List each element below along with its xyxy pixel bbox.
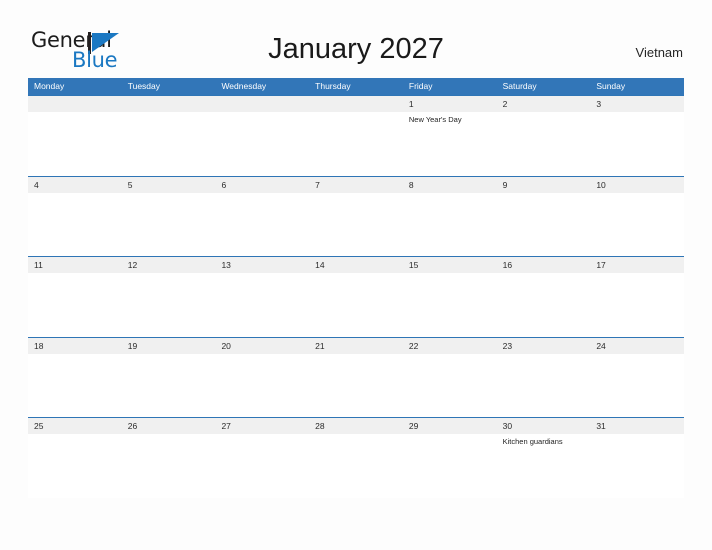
day-number[interactable] bbox=[215, 96, 309, 112]
calendar-grid: Monday Tuesday Wednesday Thursday Friday… bbox=[28, 78, 684, 498]
day-number[interactable]: 30 bbox=[497, 418, 591, 434]
day-event bbox=[403, 434, 497, 498]
weekday-wednesday: Wednesday bbox=[221, 81, 267, 91]
day-number[interactable]: 2 bbox=[497, 96, 591, 112]
calendar-page: General Blue January 2027 Vietnam Monday… bbox=[0, 0, 712, 550]
day-number[interactable]: 26 bbox=[122, 418, 216, 434]
day-event bbox=[497, 112, 591, 176]
day-event bbox=[497, 354, 591, 418]
day-event bbox=[309, 434, 403, 498]
weekday-sunday: Sunday bbox=[596, 81, 626, 91]
day-event bbox=[215, 112, 309, 176]
day-number[interactable]: 15 bbox=[403, 257, 497, 273]
day-number[interactable]: 19 bbox=[122, 338, 216, 354]
day-number[interactable]: 1 bbox=[403, 96, 497, 112]
weekday-friday: Friday bbox=[408, 81, 433, 91]
day-number[interactable]: 4 bbox=[28, 177, 122, 193]
week-date-band: 25 26 27 28 29 30 31 bbox=[28, 418, 684, 434]
day-number[interactable]: 8 bbox=[403, 177, 497, 193]
week-row: 25 26 27 28 29 30 31 Kitchen guardians bbox=[28, 417, 684, 498]
day-event bbox=[28, 193, 122, 257]
day-event bbox=[497, 273, 591, 337]
day-event bbox=[215, 434, 309, 498]
day-number[interactable]: 12 bbox=[122, 257, 216, 273]
day-event bbox=[403, 273, 497, 337]
day-number[interactable]: 20 bbox=[215, 338, 309, 354]
weekday-header-row: Monday Tuesday Wednesday Thursday Friday… bbox=[28, 78, 684, 95]
week-date-band: 11 12 13 14 15 16 17 bbox=[28, 257, 684, 273]
week-event-band: New Year's Day bbox=[28, 112, 684, 176]
day-number[interactable]: 16 bbox=[497, 257, 591, 273]
week-row: 1 2 3 New Year's Day bbox=[28, 95, 684, 176]
day-number[interactable]: 6 bbox=[215, 177, 309, 193]
day-number[interactable]: 13 bbox=[215, 257, 309, 273]
week-event-band bbox=[28, 273, 684, 337]
day-number[interactable]: 17 bbox=[590, 257, 684, 273]
week-date-band: 18 19 20 21 22 23 24 bbox=[28, 337, 684, 354]
weekday-saturday: Saturday bbox=[502, 81, 537, 91]
day-event bbox=[309, 273, 403, 337]
day-event bbox=[122, 273, 216, 337]
week-row: 11 12 13 14 15 16 17 bbox=[28, 256, 684, 337]
week-date-band: 1 2 3 bbox=[28, 96, 684, 112]
day-event bbox=[403, 354, 497, 418]
day-event bbox=[28, 434, 122, 498]
day-event bbox=[28, 354, 122, 418]
page-header: General Blue January 2027 Vietnam bbox=[0, 0, 712, 78]
day-number[interactable]: 9 bbox=[497, 177, 591, 193]
day-number[interactable]: 10 bbox=[590, 177, 684, 193]
week-row: 18 19 20 21 22 23 24 bbox=[28, 336, 684, 418]
day-event: Kitchen guardians bbox=[502, 437, 563, 446]
week-event-band bbox=[28, 192, 684, 257]
day-number[interactable]: 28 bbox=[309, 418, 403, 434]
day-event bbox=[215, 273, 309, 337]
day-number[interactable] bbox=[28, 96, 122, 112]
day-event bbox=[309, 354, 403, 418]
week-event-band: Kitchen guardians bbox=[28, 434, 684, 498]
day-event bbox=[309, 112, 403, 176]
day-event bbox=[590, 434, 684, 498]
day-number[interactable]: 25 bbox=[28, 418, 122, 434]
day-event bbox=[215, 193, 309, 257]
day-event bbox=[122, 112, 216, 176]
day-number[interactable]: 14 bbox=[309, 257, 403, 273]
day-number[interactable]: 24 bbox=[590, 338, 684, 354]
day-number[interactable]: 22 bbox=[403, 338, 497, 354]
day-number[interactable] bbox=[122, 96, 216, 112]
day-event bbox=[590, 273, 684, 337]
day-event bbox=[122, 354, 216, 418]
day-event bbox=[590, 112, 684, 176]
day-number[interactable]: 11 bbox=[28, 257, 122, 273]
day-event bbox=[403, 193, 497, 257]
country-label: Vietnam bbox=[635, 45, 683, 60]
day-number[interactable]: 3 bbox=[590, 96, 684, 112]
day-number[interactable]: 18 bbox=[28, 338, 122, 354]
day-number[interactable]: 23 bbox=[497, 338, 591, 354]
week-date-band: 4 5 6 7 8 9 10 bbox=[28, 176, 684, 193]
weekday-tuesday: Tuesday bbox=[127, 81, 161, 91]
weekday-monday: Monday bbox=[34, 81, 65, 91]
day-number[interactable]: 21 bbox=[309, 338, 403, 354]
day-event bbox=[122, 434, 216, 498]
day-number[interactable]: 7 bbox=[309, 177, 403, 193]
page-title: January 2027 bbox=[268, 33, 444, 65]
day-number[interactable]: 31 bbox=[590, 418, 684, 434]
day-event bbox=[28, 273, 122, 337]
week-event-band bbox=[28, 353, 684, 418]
day-event bbox=[309, 193, 403, 257]
day-event: New Year's Day bbox=[408, 115, 462, 124]
day-number[interactable] bbox=[309, 96, 403, 112]
day-event bbox=[590, 354, 684, 418]
day-event bbox=[122, 193, 216, 257]
week-row: 4 5 6 7 8 9 10 bbox=[28, 175, 684, 257]
day-number[interactable]: 29 bbox=[403, 418, 497, 434]
day-number[interactable]: 5 bbox=[122, 177, 216, 193]
day-event bbox=[497, 193, 591, 257]
day-number[interactable]: 27 bbox=[215, 418, 309, 434]
weekday-thursday: Thursday bbox=[315, 81, 351, 91]
day-event bbox=[590, 193, 684, 257]
day-event bbox=[28, 112, 122, 176]
day-event bbox=[215, 354, 309, 418]
